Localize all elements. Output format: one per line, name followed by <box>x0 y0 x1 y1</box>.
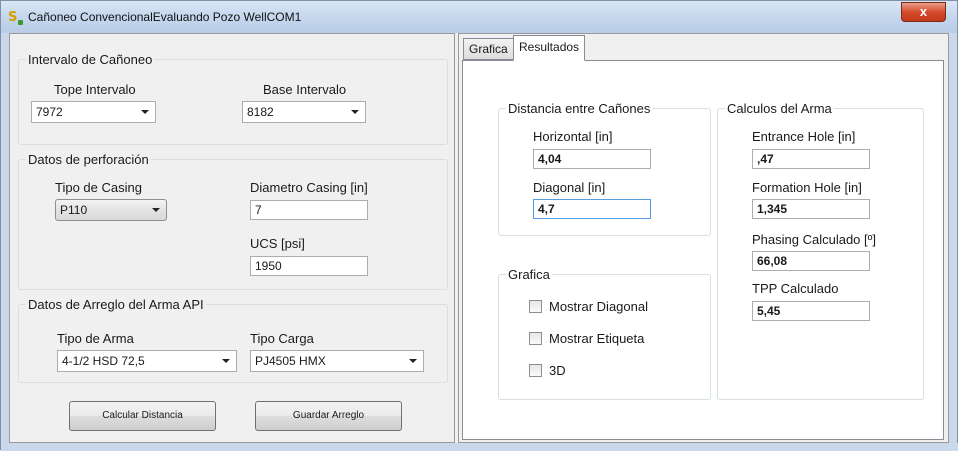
tope-intervalo-value: 7972 <box>36 105 63 119</box>
ucs-label: UCS [psi] <box>250 236 305 251</box>
mostrar-etiqueta-checkbox[interactable] <box>529 332 542 345</box>
3d-label[interactable]: 3D <box>549 363 566 378</box>
arreglo-legend: Datos de Arreglo del Arma API <box>26 297 206 312</box>
tipo-carga-value: PJ4505 HMX <box>255 354 326 368</box>
tpp-output[interactable]: 5,45 <box>752 301 870 321</box>
main-window: S Cañoneo ConvencionalEvaluando Pozo Wel… <box>0 0 958 451</box>
tab-resultados[interactable]: Resultados <box>513 35 586 61</box>
tipo-arma-label: Tipo de Arma <box>57 331 134 346</box>
base-intervalo-select[interactable]: 8182 <box>242 101 366 123</box>
input-panel: Intervalo de Cañoneo Tope Intervalo 7972… <box>9 33 455 443</box>
title-bar[interactable]: S Cañoneo ConvencionalEvaluando Pozo Wel… <box>1 1 957 33</box>
formation-hole-label: Formation Hole [in] <box>752 180 862 195</box>
intervalo-group: Intervalo de Cañoneo Tope Intervalo 7972… <box>18 52 448 145</box>
horizontal-output[interactable]: 4,04 <box>533 149 651 169</box>
chevron-down-icon <box>351 110 359 114</box>
resultados-tab-page: Distancia entre Cañones Horizontal [in] … <box>462 60 944 440</box>
calculos-group: Calculos del Arma Entrance Hole [in] ,47… <box>717 101 924 400</box>
base-intervalo-label: Base Intervalo <box>263 82 347 97</box>
tipo-casing-label: Tipo de Casing <box>55 180 142 195</box>
guardar-arreglo-button[interactable]: Guardar Arreglo <box>255 401 402 431</box>
tipo-carga-select[interactable]: PJ4505 HMX <box>250 350 424 372</box>
ucs-input[interactable]: 1950 <box>250 256 368 276</box>
horizontal-label: Horizontal [in] <box>533 129 613 144</box>
tope-intervalo-select[interactable]: 7972 <box>31 101 156 123</box>
intervalo-legend: Intervalo de Cañoneo <box>26 52 155 67</box>
close-button[interactable]: x <box>901 2 946 22</box>
tpp-label: TPP Calculado <box>752 281 839 296</box>
phasing-label: Phasing Calculado [º] <box>752 232 876 247</box>
perforacion-group: Datos de perforación Tipo de Casing P110… <box>18 152 448 290</box>
calculos-legend: Calculos del Arma <box>725 101 834 116</box>
formation-hole-output[interactable]: 1,345 <box>752 199 870 219</box>
distancia-legend: Distancia entre Cañones <box>506 101 653 116</box>
mostrar-diagonal-checkbox[interactable] <box>529 300 542 313</box>
tipo-arma-select[interactable]: 4-1/2 HSD 72,5 <box>57 350 237 372</box>
mostrar-diagonal-label[interactable]: Mostrar Diagonal <box>549 299 648 314</box>
diagonal-output[interactable]: 4,7 <box>533 199 651 219</box>
tipo-arma-value: 4-1/2 HSD 72,5 <box>62 354 145 368</box>
arreglo-group: Datos de Arreglo del Arma API Tipo de Ar… <box>18 297 448 383</box>
diametro-casing-label: Diametro Casing [in] <box>250 180 368 195</box>
distancia-group: Distancia entre Cañones Horizontal [in] … <box>498 101 711 236</box>
phasing-output[interactable]: 66,08 <box>752 251 870 271</box>
tipo-casing-select[interactable]: P110 <box>55 199 167 221</box>
chevron-down-icon <box>409 359 417 363</box>
grafica-options-group: Grafica Mostrar Diagonal Mostrar Etiquet… <box>498 267 711 400</box>
app-icon: S <box>8 10 24 26</box>
tope-intervalo-label: Tope Intervalo <box>54 82 136 97</box>
tipo-carga-label: Tipo Carga <box>250 331 314 346</box>
diagonal-label: Diagonal [in] <box>533 180 606 195</box>
window-client-area: Intervalo de Cañoneo Tope Intervalo 7972… <box>9 33 949 443</box>
3d-checkbox[interactable] <box>529 364 542 377</box>
window-title: Cañoneo ConvencionalEvaluando Pozo WellC… <box>28 10 302 24</box>
perforacion-legend: Datos de perforación <box>26 152 151 167</box>
tipo-casing-value: P110 <box>60 203 88 217</box>
entrance-hole-label: Entrance Hole [in] <box>752 129 856 144</box>
diametro-casing-input[interactable]: 7 <box>250 200 368 220</box>
tab-grafica[interactable]: Grafica <box>463 38 514 60</box>
results-panel: Grafica Resultados Distancia entre Cañon… <box>458 33 949 443</box>
grafica-legend: Grafica <box>506 267 552 282</box>
calcular-distancia-button[interactable]: Calcular Distancia <box>69 401 216 431</box>
mostrar-etiqueta-label[interactable]: Mostrar Etiqueta <box>549 331 644 346</box>
entrance-hole-output[interactable]: ,47 <box>752 149 870 169</box>
base-intervalo-value: 8182 <box>247 105 274 119</box>
chevron-down-icon <box>141 110 149 114</box>
chevron-down-icon <box>152 208 160 212</box>
chevron-down-icon <box>222 359 230 363</box>
